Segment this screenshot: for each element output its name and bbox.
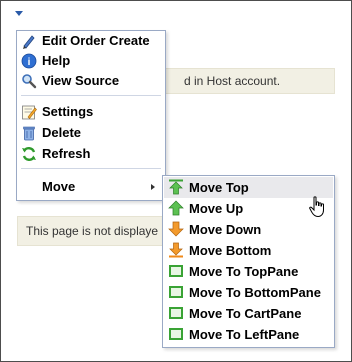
pane-icon — [168, 284, 184, 300]
submenu-item-move-to-bottompane[interactable]: Move To BottomPane — [164, 282, 333, 303]
settings-icon — [21, 104, 37, 120]
help-icon: i — [21, 53, 37, 69]
submenu-item-move-down[interactable]: Move Down — [164, 219, 333, 240]
menu-item-edit-order-create[interactable]: Edit Order Create — [17, 31, 165, 51]
svg-text:i: i — [28, 57, 31, 68]
refresh-icon — [21, 146, 37, 162]
menu-label: Edit Order Create — [42, 33, 150, 48]
submenu-label: Move Top — [189, 180, 249, 195]
menu-separator — [21, 168, 161, 169]
submenu-label: Move Bottom — [189, 243, 272, 258]
menu-label: Settings — [42, 104, 94, 119]
move-top-icon — [168, 179, 184, 195]
submenu-arrow-icon — [151, 184, 155, 190]
submenu-label: Move Down — [189, 222, 262, 237]
submenu-label: Move To LeftPane — [189, 327, 300, 342]
submenu-item-move-to-cartpane[interactable]: Move To CartPane — [164, 303, 333, 324]
pane-icon — [168, 263, 184, 279]
menu-label: Delete — [42, 125, 82, 140]
menu-item-move[interactable]: Move — [17, 177, 165, 197]
action-menu: Edit Order Create i Help View Source Set… — [16, 30, 166, 201]
menu-item-delete[interactable]: Delete — [17, 123, 165, 143]
pane-icon — [168, 305, 184, 321]
menu-label: Help — [42, 53, 71, 68]
banner-top-text: d in Host account. — [184, 74, 281, 88]
move-up-icon — [168, 200, 184, 216]
magnifier-icon — [21, 73, 37, 89]
pane-icon — [168, 326, 184, 342]
submenu-item-move-to-leftpane[interactable]: Move To LeftPane — [164, 324, 333, 345]
menu-item-refresh[interactable]: Refresh — [17, 144, 165, 164]
submenu-item-move-bottom[interactable]: Move Bottom — [164, 240, 333, 261]
submenu-item-move-to-toppane[interactable]: Move To TopPane — [164, 261, 333, 282]
pencil-icon — [21, 33, 37, 49]
move-down-icon — [168, 221, 184, 237]
move-bottom-icon — [168, 242, 184, 258]
menu-label: Refresh — [42, 146, 91, 161]
menu-trigger-arrow-icon[interactable] — [15, 11, 23, 16]
menu-label: View Source — [42, 73, 120, 88]
delete-icon — [21, 125, 37, 141]
submenu-label: Move Up — [189, 201, 244, 216]
submenu-label: Move To CartPane — [189, 306, 302, 321]
submenu-label: Move To TopPane — [189, 264, 299, 279]
menu-label: Move — [42, 179, 76, 194]
menu-item-settings[interactable]: Settings — [17, 102, 165, 122]
hand-cursor-icon — [309, 196, 327, 218]
menu-item-view-source[interactable]: View Source — [17, 71, 165, 91]
submenu-label: Move To BottomPane — [189, 285, 321, 300]
banner-bottom-text: This page is not displaye — [26, 224, 159, 238]
menu-item-help[interactable]: i Help — [17, 51, 165, 71]
menu-separator — [21, 95, 161, 96]
submenu-item-move-top[interactable]: Move Top — [164, 177, 333, 198]
submenu-item-move-up[interactable]: Move Up — [164, 198, 333, 219]
